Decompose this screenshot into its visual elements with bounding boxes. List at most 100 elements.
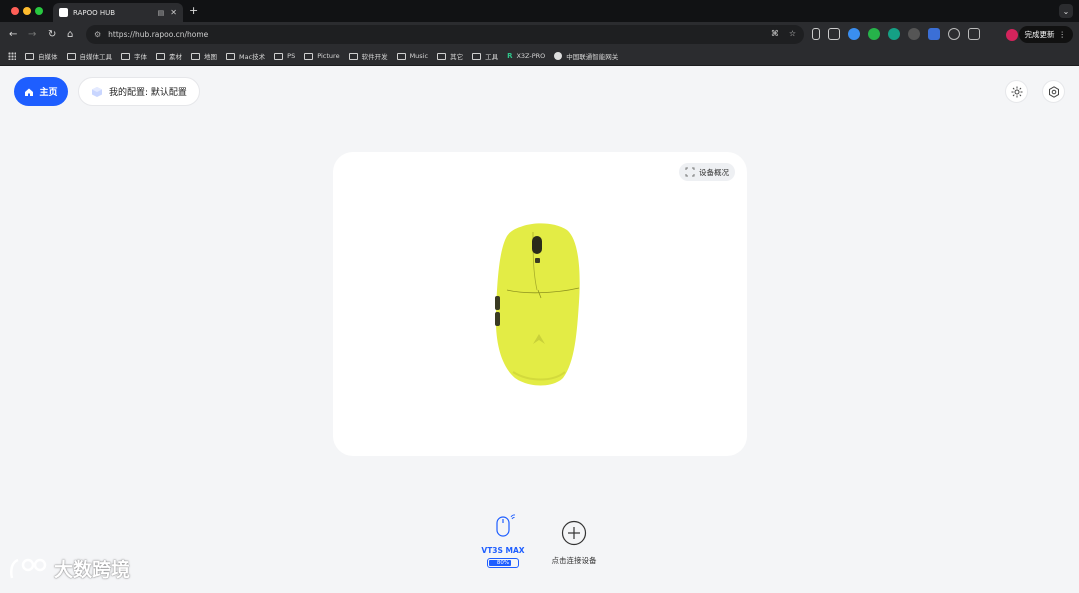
- bookmark-folder[interactable]: 字体: [121, 51, 147, 61]
- url-text: https://hub.rapoo.cn/home: [108, 30, 209, 39]
- device-card: 设备概况: [333, 152, 747, 456]
- config-button[interactable]: 我的配置: 默认配置: [78, 77, 200, 106]
- site-info-icon[interactable]: ⚙: [94, 30, 101, 39]
- folder-icon: [472, 52, 482, 60]
- profile-avatar[interactable]: [1006, 29, 1018, 41]
- lighting-button[interactable]: [1005, 80, 1028, 103]
- back-icon[interactable]: ←: [9, 28, 17, 41]
- new-tab-button[interactable]: +: [189, 4, 198, 17]
- bookmark-label: 自媒体工具: [79, 53, 113, 61]
- folder-icon: [304, 52, 314, 60]
- translate-icon[interactable]: ⌘: [771, 29, 779, 38]
- bookmark-label: Mac技术: [239, 53, 266, 61]
- bookmark-folder[interactable]: 自媒体工具: [66, 51, 113, 61]
- bookmark-label: 地图: [204, 53, 217, 61]
- reload-icon[interactable]: ↻: [48, 28, 56, 41]
- bookmark-folder[interactable]: PS: [274, 52, 295, 60]
- folder-icon: [396, 52, 406, 60]
- bookmark-link[interactable]: R X3Z-PRO: [507, 52, 545, 60]
- app-page: 主页 我的配置: 默认配置 设备概况 VT3S MAX 80% 点击连接设备 大…: [0, 67, 1079, 593]
- tab-title: RAPOO HUB: [73, 8, 116, 17]
- bookmark-folder[interactable]: 软件开发: [348, 51, 388, 61]
- folder-icon: [25, 52, 34, 60]
- bookmark-star-icon[interactable]: ☆: [789, 29, 796, 38]
- watermark: 大数跨境: [8, 555, 130, 582]
- extension-shield-icon[interactable]: [948, 28, 960, 40]
- tab-audio-icon[interactable]: ▤: [158, 9, 165, 17]
- config-label: 我的配置: 默认配置: [109, 88, 187, 98]
- device-overview-button[interactable]: 设备概况: [679, 163, 735, 181]
- home-icon: [25, 88, 34, 96]
- window-close-button[interactable]: [11, 7, 19, 15]
- bookmark-link[interactable]: 中国联通智能网关: [554, 51, 618, 61]
- extension-blue-icon[interactable]: [848, 28, 860, 40]
- bookmark-folder[interactable]: Picture: [304, 52, 340, 60]
- bookmarks-bar: 自媒体 自媒体工具 字体 素材 地图 Mac技术 PS Picture 软件开发…: [0, 47, 1079, 66]
- plus-circle-icon: [561, 520, 587, 546]
- bookmark-label: 工具: [485, 53, 499, 61]
- add-device-label: 点击连接设备: [551, 556, 597, 565]
- menu-dots-icon: ⋮: [1058, 30, 1067, 39]
- apps-grid-icon[interactable]: [8, 52, 16, 60]
- extensions-puzzle-icon[interactable]: [968, 28, 980, 40]
- browser-tab-bar: RAPOO HUB ▤ ✕ + ⌄: [0, 0, 1079, 22]
- extension-teal-icon[interactable]: [888, 28, 900, 40]
- bookmark-label: 中国联通智能网关: [566, 53, 619, 61]
- scan-frame-icon: [685, 167, 695, 177]
- folder-icon: [226, 52, 235, 60]
- bookmark-label: 软件开发: [361, 53, 388, 61]
- config-cube-icon: [92, 86, 102, 97]
- bookmark-folder[interactable]: 地图: [191, 51, 217, 61]
- watermark-text: 大数跨境: [54, 559, 131, 581]
- update-label: 完成更新: [1024, 30, 1055, 39]
- settings-button[interactable]: [1042, 80, 1065, 103]
- bookmark-label: 素材: [169, 53, 182, 61]
- bookmark-label: X3Z-PRO: [516, 52, 546, 60]
- screenshot-icon[interactable]: [828, 28, 840, 40]
- folder-icon: [121, 52, 130, 60]
- extensions-area: [812, 28, 980, 40]
- reading-list-icon[interactable]: [812, 28, 820, 40]
- bookmark-label: 自媒体: [38, 53, 58, 61]
- watermark-logo-icon: [10, 558, 47, 578]
- gear-icon: [1048, 85, 1059, 98]
- forward-icon[interactable]: →: [28, 28, 36, 41]
- battery-percent: 80%: [496, 560, 510, 566]
- extension-green-icon[interactable]: [868, 28, 880, 40]
- folder-icon: [274, 52, 284, 60]
- window-minimize-button[interactable]: [23, 7, 31, 15]
- folder-icon: [348, 52, 358, 60]
- folder-icon: [191, 52, 200, 60]
- address-bar[interactable]: ⚙ https://hub.rapoo.cn/home ⌘ ☆: [86, 25, 804, 44]
- update-button[interactable]: 完成更新 ⋮: [1018, 26, 1073, 43]
- bookmark-folder[interactable]: Music: [396, 52, 429, 60]
- folder-icon: [437, 52, 447, 60]
- bookmark-folder[interactable]: 素材: [156, 51, 182, 61]
- bookmark-label: PS: [287, 52, 296, 60]
- home-label: 主页: [39, 88, 58, 98]
- tab-search-icon[interactable]: ⌄: [1059, 4, 1073, 18]
- battery-indicator: 80%: [487, 558, 519, 568]
- bookmark-label: Picture: [317, 52, 340, 60]
- folder-icon: [66, 52, 76, 60]
- bookmark-folder[interactable]: 自媒体: [25, 51, 58, 61]
- add-device-button[interactable]: 点击连接设备: [544, 520, 604, 566]
- connected-device[interactable]: VT3S MAX 80%: [481, 514, 525, 568]
- extension-gray-icon[interactable]: [908, 28, 920, 40]
- extension-translate-icon[interactable]: [928, 28, 940, 40]
- sun-icon: [1011, 86, 1022, 97]
- bookmark-folder[interactable]: 其它: [437, 51, 463, 61]
- bookmark-label: Music: [409, 52, 429, 60]
- home-icon[interactable]: ⌂: [67, 28, 73, 41]
- tab-close-icon[interactable]: ✕: [170, 8, 177, 17]
- bookmark-folder[interactable]: Mac技术: [226, 51, 265, 61]
- browser-tab[interactable]: RAPOO HUB ▤ ✕: [53, 3, 183, 22]
- bookmark-label: 字体: [134, 53, 147, 61]
- mouse-image: [495, 223, 580, 386]
- window-zoom-button[interactable]: [35, 7, 43, 15]
- wireless-mouse-icon: [496, 514, 516, 537]
- folder-icon: [156, 52, 165, 60]
- home-button[interactable]: 主页: [14, 77, 68, 106]
- bookmark-folder[interactable]: 工具: [472, 51, 498, 61]
- browser-toolbar: ← → ↻ ⌂ ⚙ https://hub.rapoo.cn/home ⌘ ☆ …: [0, 22, 1079, 47]
